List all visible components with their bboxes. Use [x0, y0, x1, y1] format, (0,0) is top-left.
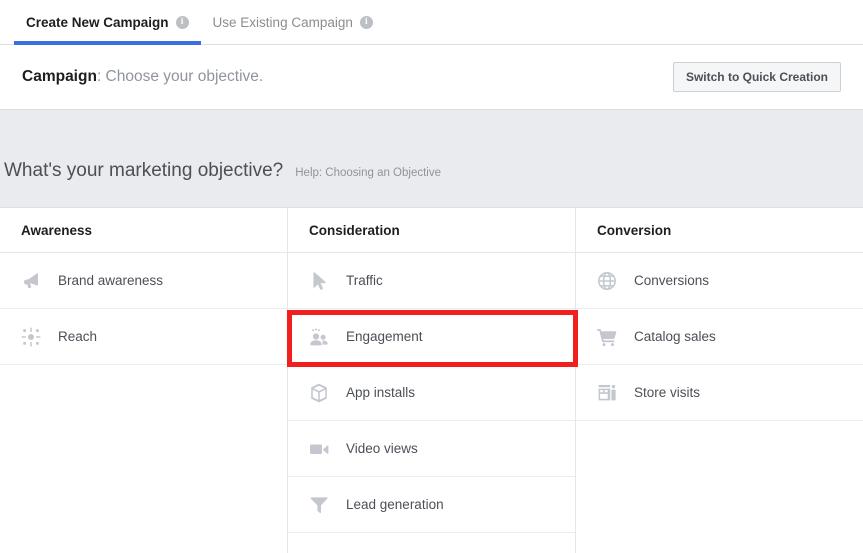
objective-row-video-views[interactable]: Video views [288, 421, 575, 477]
tab-create-new-campaign-label: Create New Campaign [26, 15, 169, 30]
globe-icon [596, 270, 618, 292]
objective-row-reach[interactable]: Reach [0, 309, 287, 365]
objective-row-app-installs[interactable]: App installs [288, 365, 575, 421]
objective-label: Store visits [634, 385, 700, 400]
objective-label: Catalog sales [634, 329, 716, 344]
video-camera-icon [308, 438, 330, 460]
campaign-header-bar: Campaign: Choose your objective. Switch … [0, 45, 863, 110]
objective-label: Lead generation [346, 497, 444, 512]
objective-column-awareness: Awareness Brand awareness [0, 208, 288, 553]
switch-to-quick-creation-button[interactable]: Switch to Quick Creation [673, 62, 841, 92]
storefront-icon [596, 382, 618, 404]
awareness-column-filler [0, 365, 287, 553]
objective-column-header-conversion: Conversion [576, 208, 863, 253]
objective-row-traffic[interactable]: Traffic [288, 253, 575, 309]
conversion-column-filler [576, 421, 863, 553]
objective-column-header-consideration: Consideration [288, 208, 575, 253]
objective-column-consideration: Consideration Traffic [288, 208, 576, 553]
objective-row-brand-awareness[interactable]: Brand awareness [0, 253, 287, 309]
objective-label: App installs [346, 385, 415, 400]
ads-manager-campaign-objective-screen: Create New Campaign i Use Existing Campa… [0, 0, 863, 553]
objective-row-lead-generation[interactable]: Lead generation [288, 477, 575, 533]
box-cube-icon [308, 382, 330, 404]
objective-row-store-visits[interactable]: Store visits [576, 365, 863, 421]
cursor-arrow-icon [308, 270, 330, 292]
info-icon[interactable]: i [176, 16, 189, 29]
objective-label: Conversions [634, 273, 709, 288]
objective-label: Traffic [346, 273, 383, 288]
people-group-icon [308, 326, 330, 348]
objective-label: Video views [346, 441, 418, 456]
tab-create-new-campaign[interactable]: Create New Campaign i [14, 0, 201, 44]
consideration-column-filler [288, 533, 575, 553]
objective-row-conversions[interactable]: Conversions [576, 253, 863, 309]
objective-label: Brand awareness [58, 273, 163, 288]
campaign-header-text: Campaign: Choose your objective. [22, 68, 263, 86]
campaign-header-rest: : Choose your objective. [97, 68, 263, 85]
shopping-cart-icon [596, 326, 618, 348]
campaign-header-strong: Campaign [22, 68, 97, 85]
objective-row-catalog-sales[interactable]: Catalog sales [576, 309, 863, 365]
objectives-grid: Awareness Brand awareness [0, 207, 863, 553]
megaphone-icon [20, 270, 42, 292]
objective-label: Reach [58, 329, 97, 344]
tab-use-existing-campaign[interactable]: Use Existing Campaign i [201, 0, 385, 44]
info-icon[interactable]: i [360, 16, 373, 29]
objective-row-engagement[interactable]: Engagement [288, 309, 575, 365]
reach-starburst-icon [20, 326, 42, 348]
tab-use-existing-campaign-label: Use Existing Campaign [213, 15, 353, 30]
campaign-mode-tabbar: Create New Campaign i Use Existing Campa… [0, 0, 863, 45]
objective-column-header-awareness: Awareness [0, 208, 287, 253]
funnel-icon [308, 494, 330, 516]
marketing-objective-band: What's your marketing objective? Help: C… [0, 110, 863, 207]
choosing-an-objective-help-link[interactable]: Help: Choosing an Objective [295, 167, 441, 179]
marketing-objective-title: What's your marketing objective? [4, 160, 283, 182]
objective-column-conversion: Conversion Conversions [576, 208, 863, 553]
objective-label: Engagement [346, 329, 423, 344]
